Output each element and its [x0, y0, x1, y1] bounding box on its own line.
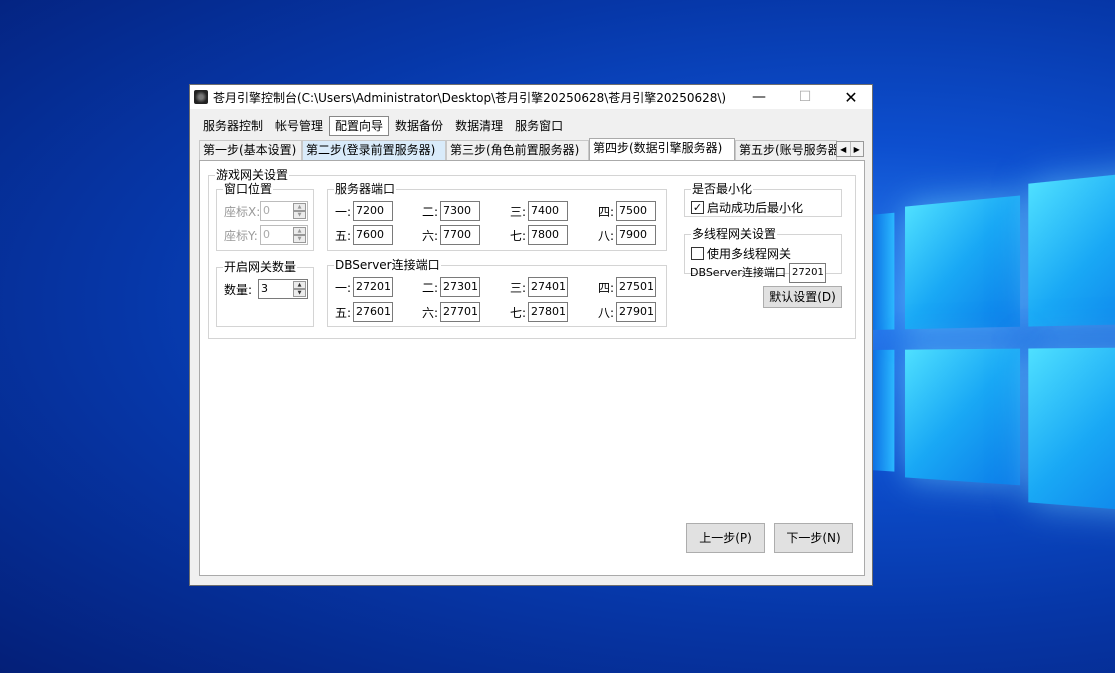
main-tab-strip: 服务器控制 帐号管理 配置向导 数据备份 数据清理 服务窗口 [197, 116, 569, 136]
server-port-1-input[interactable]: 7200 [353, 201, 393, 221]
multithread-title: 多线程网关设置 [691, 228, 777, 240]
server-port-3-label: 三: [510, 205, 526, 219]
server-port-7-input[interactable]: 7800 [528, 225, 568, 245]
tab-data-clean[interactable]: 数据清理 [449, 116, 509, 136]
db-port-4-label: 四: [598, 281, 614, 295]
server-port-3-input[interactable]: 7400 [528, 201, 568, 221]
app-window: 苍月引擎控制台(C:\Users\Administrator\Desktop\苍… [189, 84, 873, 586]
multithread-checkbox-label: 使用多线程网关 [707, 247, 791, 261]
db-port-6-label: 六: [422, 306, 438, 320]
db-port-3-label: 三: [510, 281, 526, 295]
db-port-1-label: 一: [335, 281, 351, 295]
tab-service-window[interactable]: 服务窗口 [509, 116, 569, 136]
gateway-settings-title: 游戏网关设置 [215, 169, 289, 181]
coord-x-value: 0 [263, 204, 270, 217]
db-port-3-input[interactable]: 27401 [528, 277, 568, 297]
server-port-8-label: 八: [598, 229, 614, 243]
minimize-checkbox-label: 启动成功后最小化 [707, 201, 803, 215]
db-port-5-input[interactable]: 27601 [353, 302, 393, 322]
gate-count-value: 3 [261, 282, 268, 295]
coord-y-stepper[interactable]: 0 ▲ ▼ [260, 225, 308, 245]
gate-count-title: 开启网关数量 [223, 261, 297, 273]
window-title: 苍月引擎控制台(C:\Users\Administrator\Desktop\苍… [213, 89, 726, 106]
tab-step-1[interactable]: 第一步(基本设置) [199, 140, 302, 160]
step-4-panel: 游戏网关设置 窗口位置 座标X: 0 ▲ ▼ 座标Y: 0 ▲ ▼ 开启网关数量 数… [199, 160, 865, 576]
server-port-8-input[interactable]: 7900 [616, 225, 656, 245]
coord-x-stepper[interactable]: 0 ▲ ▼ [260, 201, 308, 221]
multithread-checkbox[interactable] [691, 247, 704, 260]
server-port-4-input[interactable]: 7500 [616, 201, 656, 221]
tab-step-2[interactable]: 第二步(登录前置服务器) [302, 140, 446, 160]
server-port-title: 服务器端口 [334, 183, 396, 195]
tab-config-wizard[interactable]: 配置向导 [329, 116, 389, 136]
server-port-5-label: 五: [335, 229, 351, 243]
tab-server-control[interactable]: 服务器控制 [197, 116, 269, 136]
close-button[interactable]: ✕ [828, 85, 874, 109]
minimize-button[interactable]: — [736, 85, 782, 109]
tab-scroll-buttons: ◀ ▶ [836, 141, 864, 157]
gate-count-label: 数量: [224, 283, 252, 297]
wizard-step-tabs: 第一步(基本设置) 第二步(登录前置服务器) 第三步(角色前置服务器) 第四步(… [199, 140, 865, 160]
server-port-7-label: 七: [510, 229, 526, 243]
tab-step-5[interactable]: 第五步(账号服务器) [735, 140, 837, 160]
db-port-7-label: 七: [510, 306, 526, 320]
db-port-8-label: 八: [598, 306, 614, 320]
db-port-4-input[interactable]: 27501 [616, 277, 656, 297]
db-port-2-label: 二: [422, 281, 438, 295]
maximize-button[interactable]: ☐ [782, 85, 828, 109]
scroll-right-icon[interactable]: ▶ [850, 142, 864, 156]
db-port-6-input[interactable]: 27701 [440, 302, 480, 322]
coord-x-label: 座标X: [224, 205, 260, 219]
server-port-2-input[interactable]: 7300 [440, 201, 480, 221]
db-port-1-input[interactable]: 27201 [353, 277, 393, 297]
windows-logo [870, 165, 1115, 565]
minimize-title: 是否最小化 [691, 183, 753, 195]
server-port-5-input[interactable]: 7600 [353, 225, 393, 245]
db-port-8-input[interactable]: 27901 [616, 302, 656, 322]
gate-count-stepper[interactable]: 3 ▲ ▼ [258, 279, 308, 299]
prev-step-button[interactable]: 上一步(P) [686, 523, 765, 553]
server-port-6-input[interactable]: 7700 [440, 225, 480, 245]
window-position-title: 窗口位置 [223, 183, 273, 195]
next-step-button[interactable]: 下一步(N) [774, 523, 853, 553]
coord-y-label: 座标Y: [224, 229, 258, 243]
coord-y-value: 0 [263, 228, 270, 241]
server-port-4-label: 四: [598, 205, 614, 219]
tab-step-4[interactable]: 第四步(数据引擎服务器) [589, 138, 735, 160]
default-settings-button[interactable]: 默认设置(D) [763, 286, 842, 308]
server-port-1-label: 一: [335, 205, 351, 219]
minimize-checkbox[interactable]: ✓ [691, 201, 704, 214]
tab-data-backup[interactable]: 数据备份 [389, 116, 449, 136]
db-port-title: DBServer连接端口 [334, 259, 441, 271]
tab-account-manage[interactable]: 帐号管理 [269, 116, 329, 136]
multithread-db-label: DBServer连接端口 [690, 266, 786, 280]
app-icon [194, 90, 208, 104]
server-port-2-label: 二: [422, 205, 438, 219]
server-port-6-label: 六: [422, 229, 438, 243]
scroll-left-icon[interactable]: ◀ [837, 142, 850, 156]
tab-step-3[interactable]: 第三步(角色前置服务器) [446, 140, 589, 160]
title-bar: 苍月引擎控制台(C:\Users\Administrator\Desktop\苍… [190, 85, 872, 109]
db-port-7-input[interactable]: 27801 [528, 302, 568, 322]
db-port-5-label: 五: [335, 306, 351, 320]
multithread-db-input[interactable]: 27201 [789, 263, 826, 283]
db-port-2-input[interactable]: 27301 [440, 277, 480, 297]
